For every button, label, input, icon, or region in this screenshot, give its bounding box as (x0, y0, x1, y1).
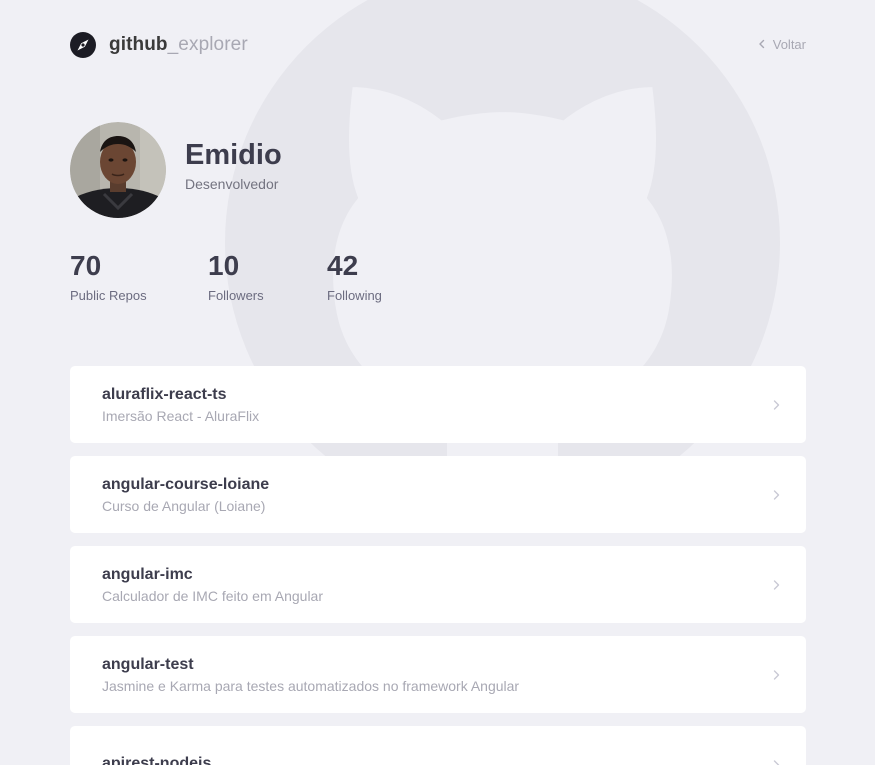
repo-name: aluraflix-react-ts (102, 385, 227, 403)
chevron-right-icon (773, 399, 780, 410)
stat-value: 42 (327, 250, 359, 281)
repo-name: angular-imc (102, 565, 193, 583)
repo-text: angular-test Jasmine e Karma para testes… (102, 655, 519, 695)
profile-name: Emidio (185, 139, 282, 171)
repo-description: Imersão React - AluraFlix (102, 407, 260, 424)
chevron-right-icon (773, 489, 780, 500)
repo-card[interactable]: apirest-nodejs (70, 726, 806, 765)
stat-following: 42 Following (327, 250, 447, 303)
page: github_explorer Voltar Emidio Desenvolve… (0, 0, 875, 765)
stat-label: Followers (208, 288, 264, 303)
brand-name-light: _explorer (167, 33, 248, 55)
main-content: github_explorer Voltar Emidio Desenvolve… (70, 0, 806, 765)
repo-text: angular-course-loiane Curso de Angular (… (102, 475, 269, 515)
repo-text: apirest-nodejs (102, 754, 211, 765)
repo-text: aluraflix-react-ts Imersão React - Alura… (102, 385, 259, 425)
chevron-right-icon (773, 759, 780, 765)
stat-label: Following (327, 288, 382, 303)
stat-value: 70 (70, 250, 102, 281)
repo-text: angular-imc Calculador de IMC feito em A… (102, 565, 323, 605)
stat-followers: 10 Followers (208, 250, 327, 303)
chevron-left-icon (759, 39, 764, 49)
back-label: Voltar (772, 36, 806, 52)
header: github_explorer Voltar (70, 0, 806, 90)
repo-card[interactable]: angular-imc Calculador de IMC feito em A… (70, 546, 806, 623)
profile: Emidio Desenvolvedor (70, 122, 806, 218)
repo-name: apirest-nodejs (102, 754, 212, 765)
repo-list: aluraflix-react-ts Imersão React - Alura… (70, 366, 806, 765)
chevron-right-icon (773, 579, 780, 590)
brand-name: github_explorer (109, 34, 248, 56)
stat-public-repos: 70 Public Repos (70, 250, 208, 303)
repo-card[interactable]: angular-course-loiane Curso de Angular (… (70, 456, 806, 533)
stats: 70 Public Repos 10 Followers 42 Followin… (70, 250, 806, 303)
avatar (70, 122, 166, 218)
profile-bio: Desenvolvedor (185, 176, 279, 192)
repo-card[interactable]: aluraflix-react-ts Imersão React - Alura… (70, 366, 806, 443)
chevron-right-icon (773, 669, 780, 680)
stat-label: Public Repos (70, 288, 147, 303)
repo-description: Jasmine e Karma para testes automatizado… (102, 677, 520, 694)
repo-description: Curso de Angular (Loiane) (102, 497, 266, 514)
repo-card[interactable]: angular-test Jasmine e Karma para testes… (70, 636, 806, 713)
profile-info: Emidio Desenvolvedor (185, 138, 282, 192)
compass-icon (70, 31, 96, 58)
back-link[interactable]: Voltar (757, 37, 806, 52)
stat-value: 10 (208, 250, 240, 281)
repo-name: angular-course-loiane (102, 475, 270, 493)
brand-name-strong: github (109, 33, 168, 55)
repo-description: Calculador de IMC feito em Angular (102, 587, 323, 604)
repo-name: angular-test (102, 655, 194, 673)
brand[interactable]: github_explorer (70, 31, 248, 58)
